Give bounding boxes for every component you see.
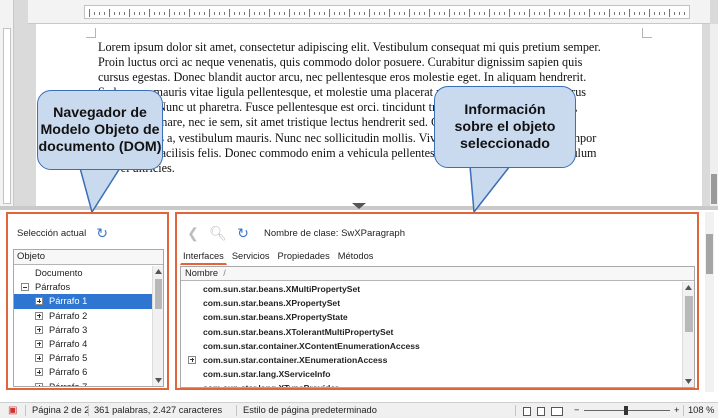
interface-row[interactable]: com.sun.star.beans.XPropertyState: [181, 310, 683, 324]
search-icon[interactable]: 🔍︎: [209, 225, 227, 241]
expand-icon[interactable]: [35, 339, 43, 348]
interface-name: com.sun.star.container.XEnumerationAcces…: [203, 354, 388, 365]
word-count[interactable]: 361 palabras, 2.427 caracteres: [94, 403, 222, 418]
tree-scrollbar[interactable]: [152, 266, 163, 386]
tree-item-label: Párrafo 2: [49, 310, 88, 321]
status-bar: ▣ Página 2 de 2 361 palabras, 2.427 cara…: [0, 402, 718, 418]
expand-icon[interactable]: [35, 382, 43, 386]
interface-row[interactable]: com.sun.star.beans.XMultiPropertySet: [181, 282, 683, 296]
list-scrollbar[interactable]: [682, 282, 694, 387]
interface-row[interactable]: com.sun.star.beans.XTolerantMultiPropert…: [181, 325, 683, 339]
interface-name: com.sun.star.beans.XMultiPropertySet: [203, 284, 361, 294]
interfaces-list[interactable]: Nombre / com.sun.star.beans.XMultiProper…: [180, 266, 695, 388]
tree-item[interactable]: Párrafo 3: [14, 323, 153, 337]
interface-name: com.sun.star.beans.XTolerantMultiPropert…: [203, 326, 394, 337]
zoom-out-button[interactable]: −: [574, 403, 579, 418]
tab-metodos[interactable]: Métodos: [335, 249, 377, 265]
expand-icon[interactable]: [35, 311, 43, 320]
book-view-icon[interactable]: [551, 407, 563, 416]
zoom-slider[interactable]: [584, 406, 670, 415]
scroll-down-icon[interactable]: [685, 379, 692, 384]
object-tree[interactable]: Objeto Documento Párrafos Párrafo 1 Párrafo…: [13, 249, 164, 387]
tree-item-label: Párrafo 3: [49, 324, 88, 335]
expand-icon[interactable]: [35, 325, 43, 334]
interface-row[interactable]: com.sun.star.lang.XTypeProvider: [181, 381, 683, 387]
tab-interfaces[interactable]: Interfaces: [180, 249, 227, 265]
scroll-up-icon[interactable]: [155, 269, 162, 274]
zoom-level[interactable]: 108 %: [688, 403, 714, 418]
tree-item[interactable]: Párrafo 7: [14, 380, 153, 387]
interface-name: com.sun.star.container.XContentEnumerati…: [203, 340, 420, 351]
interface-row[interactable]: com.sun.star.beans.XPropertySet: [181, 296, 683, 310]
name-column-header[interactable]: Nombre /: [181, 267, 694, 281]
multi-page-view-icon[interactable]: [537, 407, 545, 416]
expand-icon[interactable]: [35, 297, 43, 306]
tree-item-label: Párrafo 4: [49, 338, 88, 349]
tree-item-label: Párrafo 6: [49, 367, 88, 378]
tab-propiedades[interactable]: Propiedades: [275, 249, 333, 265]
interface-name: com.sun.star.beans.XPropertyState: [203, 312, 348, 323]
tree-item[interactable]: Párrafo 1: [14, 294, 153, 309]
interface-name: com.sun.star.lang.XServiceInfo: [203, 369, 331, 380]
expand-icon[interactable]: [35, 368, 43, 377]
tree-item[interactable]: Párrafo 5: [14, 351, 153, 365]
page-count[interactable]: Página 2 de 2: [32, 403, 89, 418]
refresh-icon[interactable]: ↻: [96, 226, 110, 240]
scroll-down-icon[interactable]: [155, 378, 162, 383]
tree-item-label: Párrafo 7: [49, 381, 88, 387]
interface-row[interactable]: com.sun.star.container.XContentEnumerati…: [181, 339, 683, 353]
tree-item-label: Párrafos: [35, 282, 71, 293]
dom-navigator-panel: Selección actual ↻ Objeto Documento Párra…: [6, 212, 169, 390]
tree-item-label: Documento: [35, 268, 83, 278]
info-callout: Información sobre el objeto seleccionado: [434, 86, 576, 168]
document-modified-icon[interactable]: ▣: [8, 403, 17, 418]
expand-icon[interactable]: [188, 355, 196, 364]
tab-servicios[interactable]: Servicios: [229, 249, 273, 265]
zoom-in-button[interactable]: +: [674, 403, 679, 418]
collapse-icon[interactable]: [21, 283, 29, 292]
tree-item[interactable]: Párrafo 4: [14, 337, 153, 351]
tree-item[interactable]: Documento: [14, 266, 153, 280]
tree-item[interactable]: Párrafo 2: [14, 309, 153, 323]
single-page-view-icon[interactable]: [523, 407, 531, 416]
interface-row[interactable]: com.sun.star.lang.XServiceInfo: [181, 367, 683, 381]
tree-item-label: Párrafo 1: [49, 296, 88, 307]
interface-name: com.sun.star.lang.XTypeProvider: [203, 383, 338, 387]
interface-name: com.sun.star.beans.XPropertySet: [203, 298, 341, 309]
interface-row[interactable]: com.sun.star.container.XEnumerationAcces…: [181, 353, 683, 367]
expand-icon[interactable]: [35, 354, 43, 363]
back-icon[interactable]: ❮: [185, 225, 201, 241]
object-column-header[interactable]: Objeto: [14, 250, 163, 265]
navigator-callout: Navegador de Modelo Objeto de documento …: [37, 90, 163, 170]
object-inspector-panel: ❮ 🔍︎ ↻ Nombre de clase: SwXParagraph Int…: [175, 212, 699, 390]
class-name-value: SwXParagraph: [341, 227, 405, 239]
inspector-tabs: Interfaces Servicios Propiedades Métodos: [180, 249, 378, 265]
refresh-icon[interactable]: ↻: [235, 225, 251, 241]
tree-item-label: Párrafo 5: [49, 353, 88, 364]
sidebar-scrollbar[interactable]: [705, 212, 714, 392]
current-selection-label: Selección actual: [17, 227, 87, 239]
page-style[interactable]: Estilo de página predeterminado: [243, 403, 377, 418]
scroll-up-icon[interactable]: [685, 285, 692, 290]
tree-item[interactable]: Párrafo 6: [14, 365, 153, 379]
class-name-label: Nombre de clase:: [264, 227, 339, 239]
tree-item[interactable]: Párrafos: [14, 280, 153, 294]
